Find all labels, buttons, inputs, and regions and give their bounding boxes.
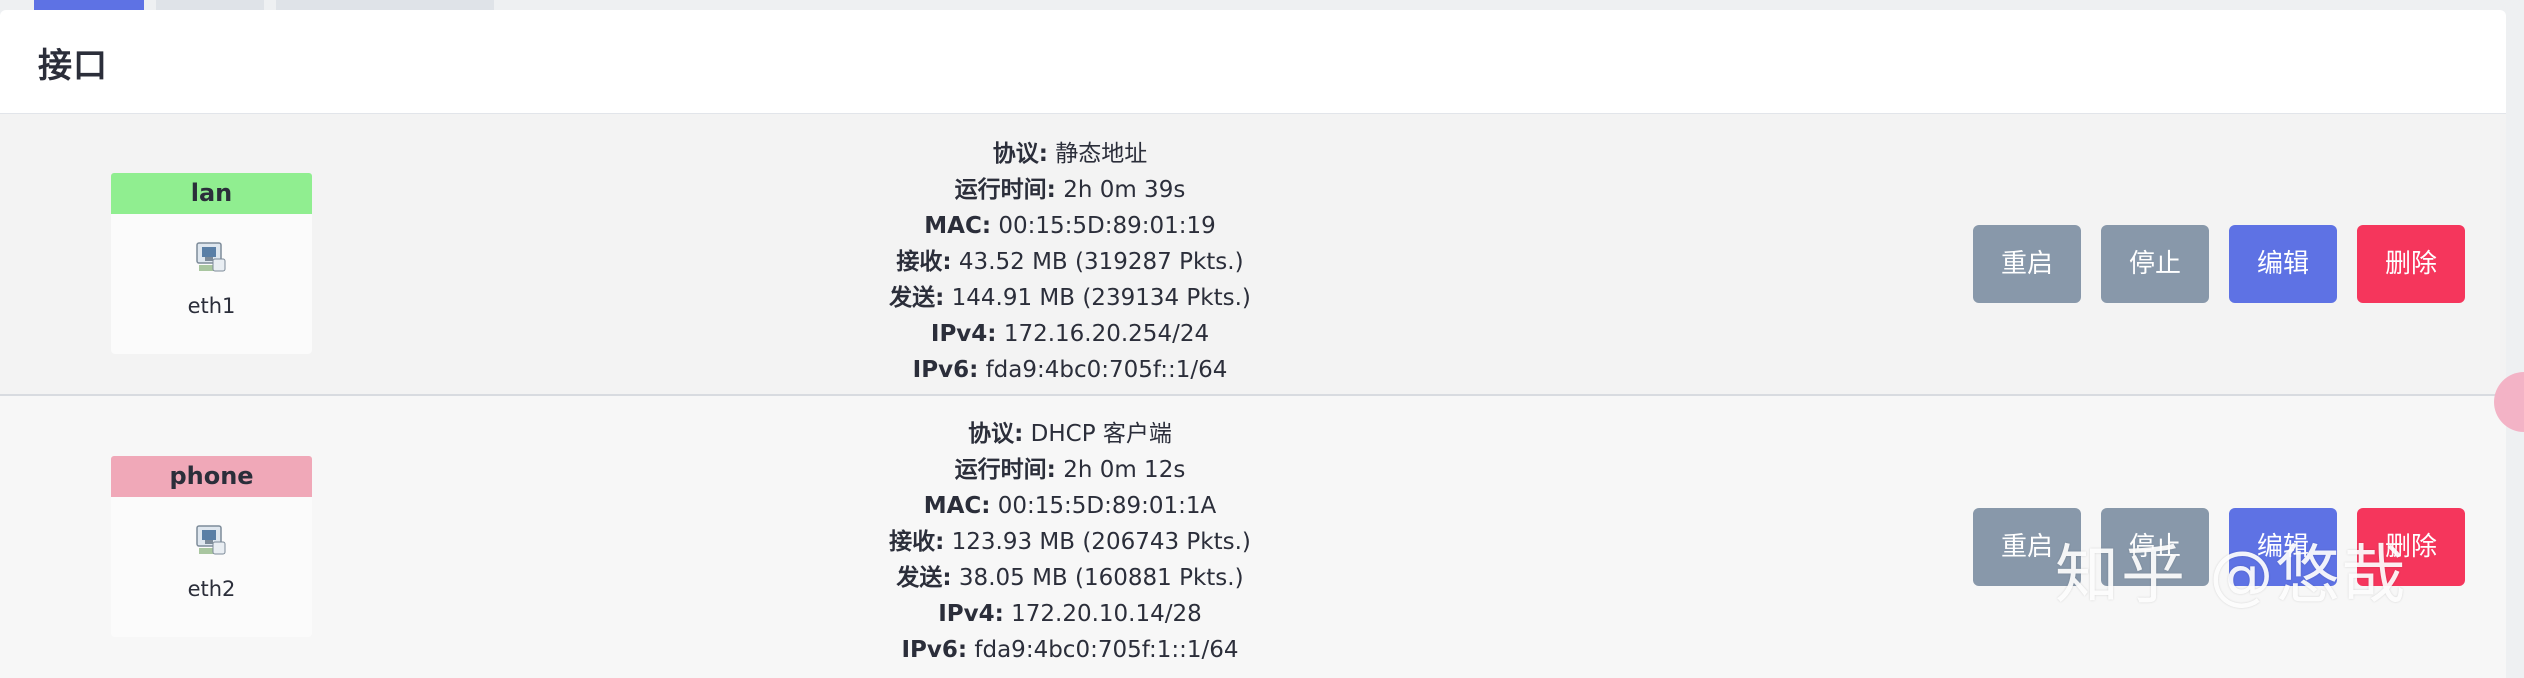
protocol-line: 协议: DHCP 客户端 [968,421,1172,447]
interface-row-lan: lan eth1 协议: 静态地址 运行时间: 2h 0m 39s MAC: 0… [0,113,2506,394]
restart-button[interactable]: 重启 [1973,225,2081,303]
interface-device: eth2 [187,577,236,601]
interface-info: 协议: 静态地址 运行时间: 2h 0m 39s MAC: 00:15:5D:8… [650,136,1490,388]
tab-3[interactable] [276,0,494,10]
ipv6-line: IPv6: fda9:4bc0:705f::1/64 [912,357,1228,383]
interface-card: phone eth2 [111,456,312,637]
protocol-value: DHCP 客户端 [1030,421,1172,447]
tx-value: 144.91 MB (239134 Pkts.) [951,285,1251,311]
ethernet-port-icon [196,242,226,272]
ipv6-value: fda9:4bc0:705f::1/64 [985,357,1228,383]
protocol-line: 协议: 静态地址 [992,141,1148,167]
uptime-line: 运行时间: 2h 0m 12s [954,457,1186,483]
mac-value: 00:15:5D:89:01:19 [998,213,1216,239]
tx-line: 发送: 144.91 MB (239134 Pkts.) [889,285,1251,311]
ipv6-line: IPv6: fda9:4bc0:705f:1::1/64 [901,637,1239,663]
mac-line: MAC: 00:15:5D:89:01:1A [923,493,1217,519]
uptime-value: 2h 0m 39s [1063,177,1186,203]
mac-value: 00:15:5D:89:01:1A [997,493,1217,519]
interface-info: 协议: DHCP 客户端 运行时间: 2h 0m 12s MAC: 00:15:… [650,416,1490,668]
watermark-text: 知乎 @悠哉 [2055,539,2408,613]
tab-active[interactable] [34,0,144,10]
rx-value: 43.52 MB (319287 Pkts.) [958,249,1244,275]
interface-name-badge: lan [111,173,312,214]
interface-card: lan eth1 [111,173,312,354]
uptime-line: 运行时间: 2h 0m 39s [954,177,1186,203]
ipv4-line: IPv4: 172.20.10.14/28 [938,601,1202,627]
rx-line: 接收: 43.52 MB (319287 Pkts.) [896,249,1244,275]
uptime-value: 2h 0m 12s [1063,457,1186,483]
tab-2[interactable] [156,0,264,10]
edit-button[interactable]: 编辑 [2229,225,2337,303]
rx-line: 接收: 123.93 MB (206743 Pkts.) [889,529,1251,555]
ipv4-value: 172.16.20.254/24 [1003,321,1210,347]
protocol-value: 静态地址 [1055,141,1148,167]
page-title: 接口 [38,46,108,86]
tab-strip [0,0,2524,10]
ipv6-value: fda9:4bc0:705f:1::1/64 [974,637,1239,663]
ethernet-port-icon [196,525,226,555]
tx-value: 38.05 MB (160881 Pkts.) [958,565,1244,591]
ipv4-line: IPv4: 172.16.20.254/24 [930,321,1210,347]
stop-button[interactable]: 停止 [2101,225,2209,303]
interface-device: eth1 [187,294,236,318]
tx-line: 发送: 38.05 MB (160881 Pkts.) [896,565,1244,591]
ipv4-value: 172.20.10.14/28 [1011,601,1202,627]
delete-button[interactable]: 删除 [2357,225,2465,303]
mac-line: MAC: 00:15:5D:89:01:19 [924,213,1216,239]
rx-value: 123.93 MB (206743 Pkts.) [951,529,1251,555]
interface-name-badge: phone [111,456,312,497]
